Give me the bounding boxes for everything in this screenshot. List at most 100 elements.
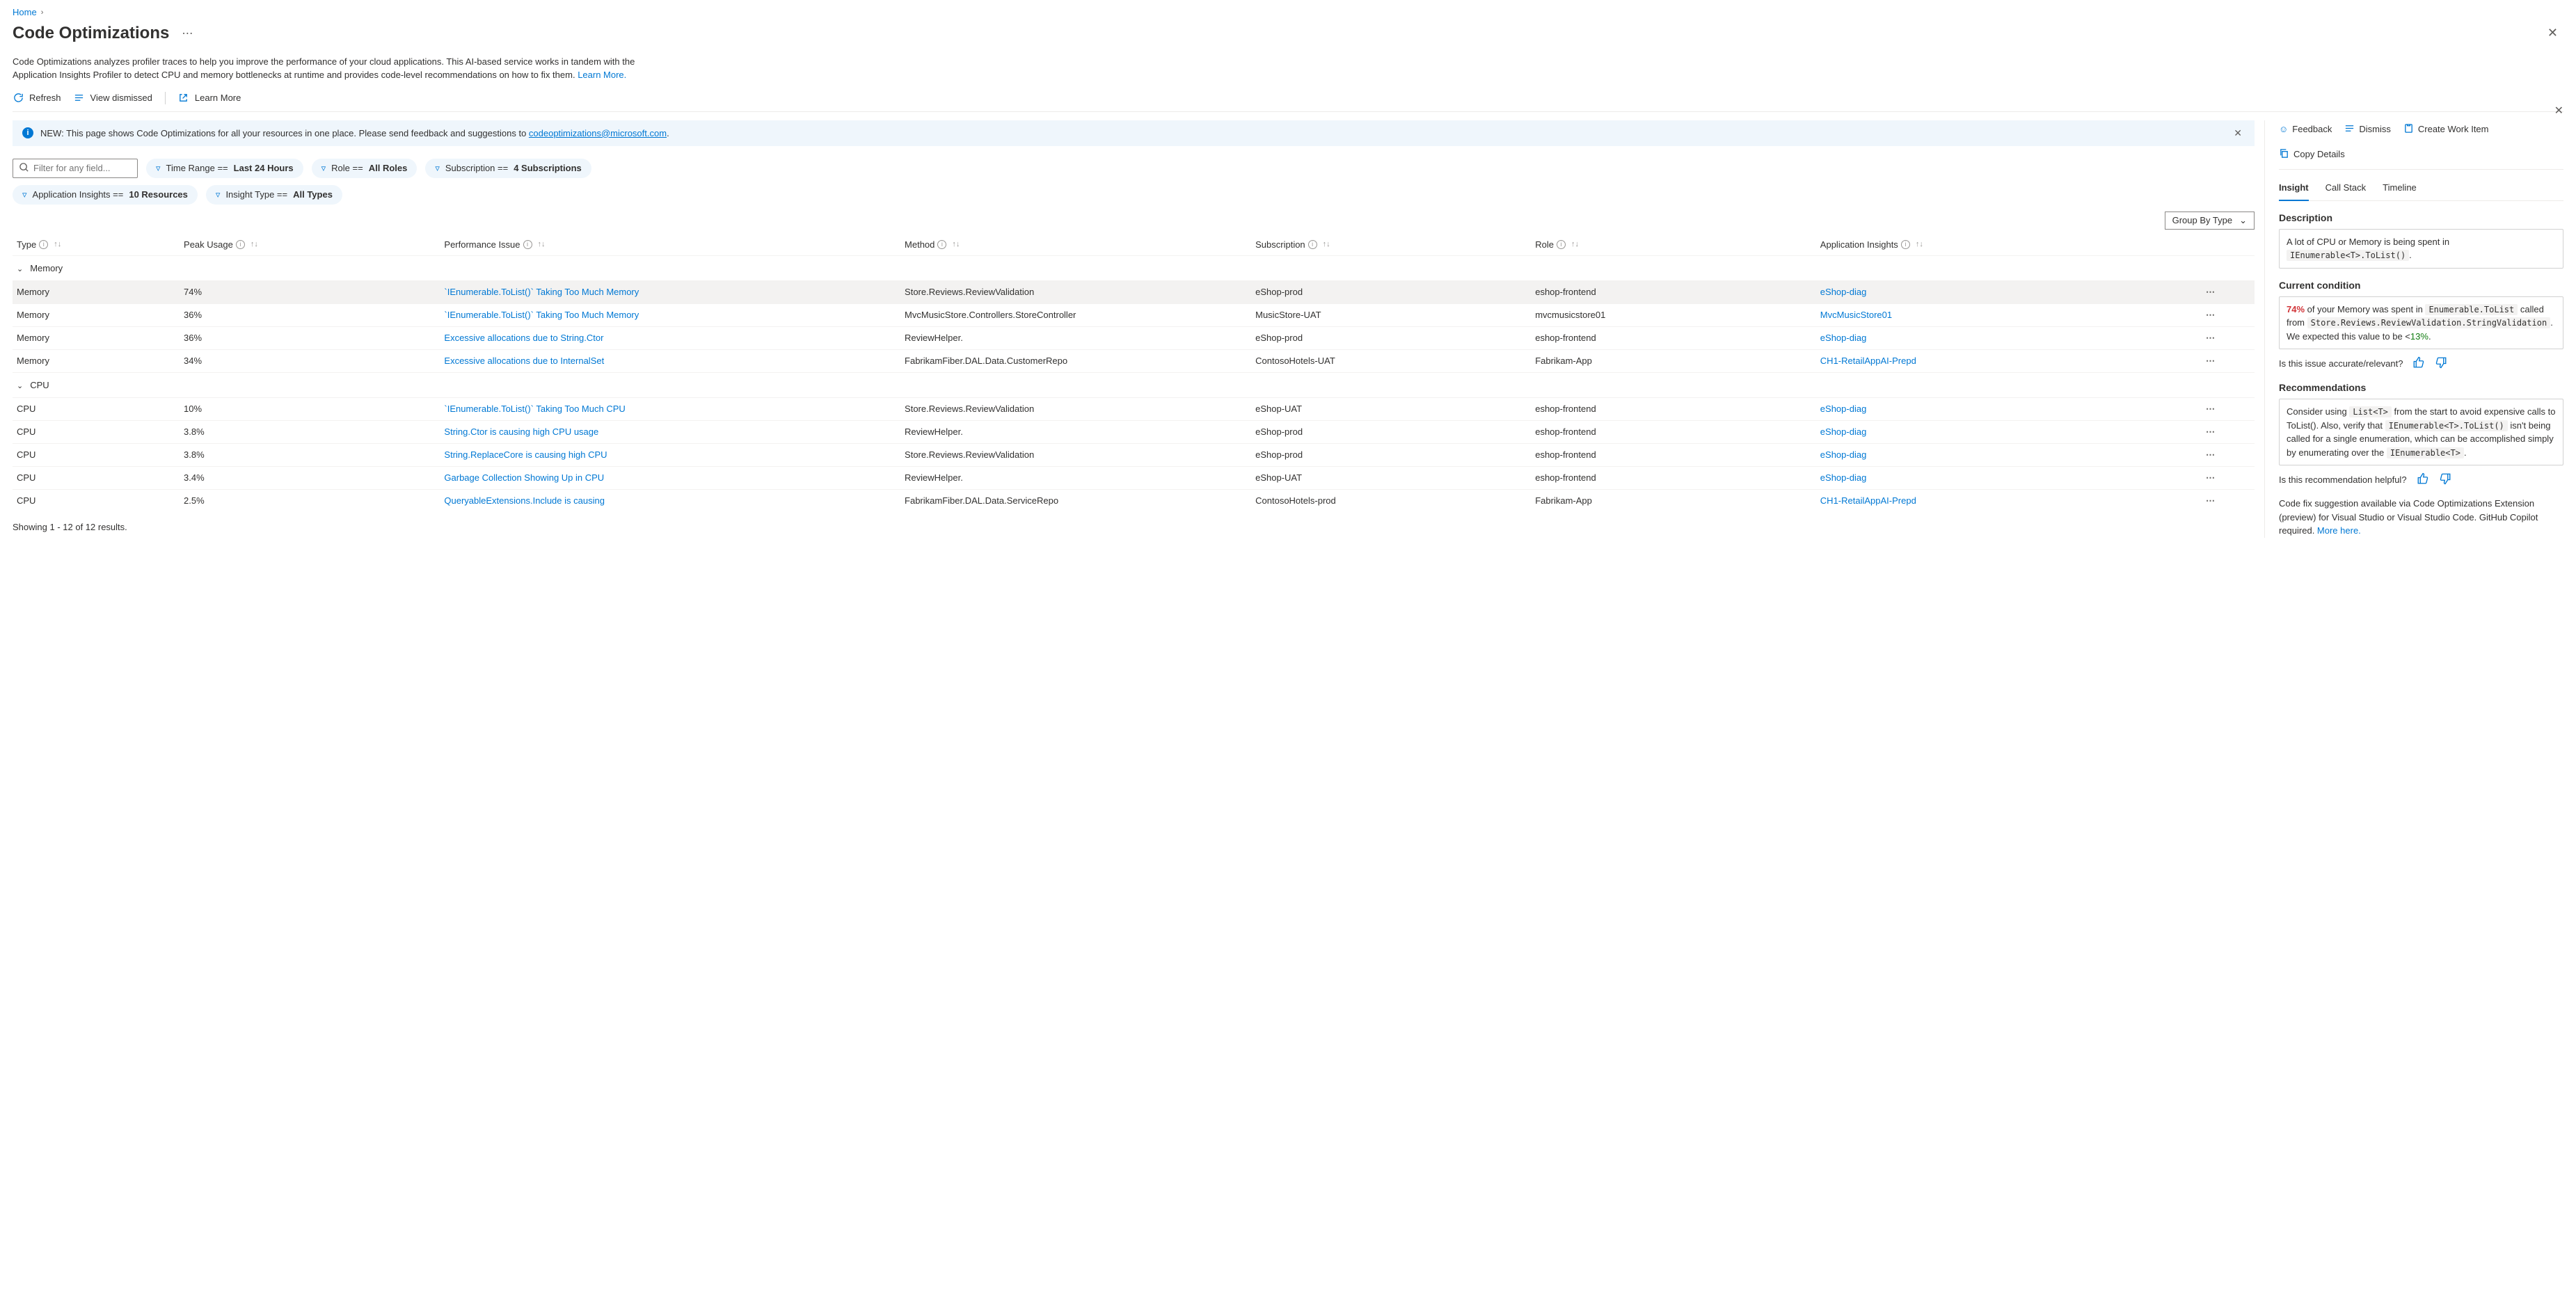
table-row[interactable]: CPU10%`IEnumerable.ToList()` Taking Too … [13, 397, 2255, 420]
app-insights-link[interactable]: eShop-diag [1820, 287, 1867, 297]
col-peak-usage[interactable]: Peak Usage i↑↓ [180, 234, 440, 256]
search-input[interactable] [33, 163, 132, 173]
issue-link[interactable]: String.Ctor is causing high CPU usage [444, 426, 598, 437]
feedback-email-link[interactable]: codeoptimizations@microsoft.com [529, 128, 667, 138]
recommendations-heading: Recommendations [2279, 382, 2563, 393]
col-role[interactable]: Role i↑↓ [1531, 234, 1816, 256]
col-app-insights[interactable]: Application Insights i↑↓ [1816, 234, 2167, 256]
app-insights-link[interactable]: eShop-diag [1820, 449, 1867, 460]
panel-close-icon[interactable]: ✕ [2554, 104, 2563, 118]
col-type[interactable]: Type i↑↓ [13, 234, 180, 256]
issue-link[interactable]: QueryableExtensions.Include is causing [444, 495, 605, 506]
table-row[interactable]: Memory36%Excessive allocations due to St… [13, 326, 2255, 349]
row-menu-icon[interactable]: ⋯ [2206, 356, 2216, 366]
table-row[interactable]: Memory74%`IEnumerable.ToList()` Taking T… [13, 280, 2255, 303]
create-work-item-button[interactable]: Create Work Item [2403, 123, 2489, 136]
table-row[interactable]: CPU3.8%String.Ctor is causing high CPU u… [13, 420, 2255, 443]
close-icon[interactable]: ✕ [2542, 23, 2563, 43]
group-header-memory[interactable]: ⌄Memory [13, 255, 2255, 280]
sort-icon[interactable]: ↑↓ [1571, 240, 1579, 248]
refresh-button[interactable]: Refresh [13, 93, 61, 104]
thumbs-down-icon[interactable] [2439, 472, 2451, 487]
cell-app-insights: CH1-RetailAppAI-Prepd [1816, 349, 2167, 372]
filter-insight-type[interactable]: ▿ Insight Type == All Types [206, 185, 342, 205]
sort-icon[interactable]: ↑↓ [952, 240, 960, 248]
cell-type: Memory [13, 349, 180, 372]
app-insights-link[interactable]: CH1-RetailAppAI-Prepd [1820, 356, 1916, 366]
thumbs-up-icon[interactable] [2417, 472, 2429, 487]
app-insights-link[interactable]: eShop-diag [1820, 472, 1867, 483]
thumbs-down-icon[interactable] [2435, 356, 2447, 371]
learn-more-link[interactable]: Learn More. [578, 70, 626, 80]
panel-toolbar: ☺Feedback Dismiss Create Work Item Copy … [2279, 120, 2563, 170]
view-dismissed-button[interactable]: View dismissed [74, 93, 152, 104]
cell-issue: `IEnumerable.ToList()` Taking Too Much M… [440, 303, 900, 326]
chevron-down-icon: ⌄ [17, 381, 23, 390]
tab-call-stack[interactable]: Call Stack [2325, 178, 2367, 200]
group-by-select[interactable]: Group By Type ⌄ [2165, 212, 2255, 230]
table-row[interactable]: Memory34%Excessive allocations due to In… [13, 349, 2255, 372]
issue-link[interactable]: String.ReplaceCore is causing high CPU [444, 449, 607, 460]
row-menu-icon[interactable]: ⋯ [2206, 449, 2216, 460]
row-menu-icon[interactable]: ⋯ [2206, 472, 2216, 483]
row-menu-icon[interactable]: ⋯ [2206, 404, 2216, 414]
col-performance-issue[interactable]: Performance Issue i↑↓ [440, 234, 900, 256]
thumbs-up-icon[interactable] [2412, 356, 2425, 371]
tab-insight[interactable]: Insight [2279, 178, 2309, 201]
cell-issue: String.Ctor is causing high CPU usage [440, 420, 900, 443]
sort-icon[interactable]: ↑↓ [1916, 240, 1923, 248]
issue-link[interactable]: `IEnumerable.ToList()` Taking Too Much M… [444, 310, 639, 320]
cell-peak: 74% [180, 280, 440, 303]
app-insights-link[interactable]: MvcMusicStore01 [1820, 310, 1892, 320]
filter-time-range[interactable]: ▿ Time Range == Last 24 Hours [146, 159, 303, 178]
info-icon: i [22, 127, 33, 138]
chevron-right-icon: › [41, 8, 44, 17]
row-menu-icon[interactable]: ⋯ [2206, 310, 2216, 320]
breadcrumb-home-link[interactable]: Home [13, 7, 37, 17]
row-menu-icon[interactable]: ⋯ [2206, 287, 2216, 297]
table-row[interactable]: CPU3.8%String.ReplaceCore is causing hig… [13, 443, 2255, 466]
copy-details-button[interactable]: Copy Details [2279, 148, 2345, 161]
table-row[interactable]: CPU2.5%QueryableExtensions.Include is ca… [13, 489, 2255, 512]
sort-icon[interactable]: ↑↓ [538, 240, 546, 248]
cell-method: Store.Reviews.ReviewValidation [900, 280, 1251, 303]
learn-more-button[interactable]: Learn More [178, 93, 241, 104]
more-options-icon[interactable]: ⋯ [182, 26, 194, 40]
issue-link[interactable]: `IEnumerable.ToList()` Taking Too Much M… [444, 287, 639, 297]
cell-type: CPU [13, 397, 180, 420]
col-method[interactable]: Method i↑↓ [900, 234, 1251, 256]
row-menu-icon[interactable]: ⋯ [2206, 495, 2216, 506]
issue-link[interactable]: `IEnumerable.ToList()` Taking Too Much C… [444, 404, 625, 414]
sort-icon[interactable]: ↑↓ [1323, 240, 1330, 248]
tab-timeline[interactable]: Timeline [2383, 178, 2417, 200]
sort-icon[interactable]: ↑↓ [251, 240, 258, 248]
actual-percent: 74% [2287, 304, 2305, 314]
list-icon [74, 93, 85, 104]
feedback-button[interactable]: ☺Feedback [2279, 123, 2332, 136]
app-insights-link[interactable]: CH1-RetailAppAI-Prepd [1820, 495, 1916, 506]
app-insights-link[interactable]: eShop-diag [1820, 426, 1867, 437]
filter-icon: ▿ [435, 163, 440, 174]
dismiss-button[interactable]: Dismiss [2344, 123, 2391, 136]
issue-link[interactable]: Excessive allocations due to InternalSet [444, 356, 604, 366]
search-input-wrap[interactable] [13, 159, 138, 178]
banner-close-icon[interactable]: ✕ [2231, 127, 2245, 139]
filter-app-insights[interactable]: ▿ Application Insights == 10 Resources [13, 185, 198, 205]
cell-method: MvcMusicStore.Controllers.StoreControlle… [900, 303, 1251, 326]
filter-subscription[interactable]: ▿ Subscription == 4 Subscriptions [425, 159, 591, 178]
app-insights-link[interactable]: eShop-diag [1820, 333, 1867, 343]
filter-role[interactable]: ▿ Role == All Roles [312, 159, 418, 178]
more-here-link[interactable]: More here. [2317, 525, 2361, 536]
issue-link[interactable]: Excessive allocations due to String.Ctor [444, 333, 603, 343]
issue-link[interactable]: Garbage Collection Showing Up in CPU [444, 472, 604, 483]
row-menu-icon[interactable]: ⋯ [2206, 426, 2216, 437]
app-insights-link[interactable]: eShop-diag [1820, 404, 1867, 414]
table-row[interactable]: CPU3.4%Garbage Collection Showing Up in … [13, 466, 2255, 489]
row-menu-icon[interactable]: ⋯ [2206, 333, 2216, 343]
col-subscription[interactable]: Subscription i↑↓ [1251, 234, 1531, 256]
table-row[interactable]: Memory36%`IEnumerable.ToList()` Taking T… [13, 303, 2255, 326]
cell-type: CPU [13, 443, 180, 466]
group-header-cpu[interactable]: ⌄CPU [13, 372, 2255, 397]
sort-icon[interactable]: ↑↓ [54, 240, 61, 248]
feedback-accurate-row: Is this issue accurate/relevant? [2279, 356, 2563, 371]
